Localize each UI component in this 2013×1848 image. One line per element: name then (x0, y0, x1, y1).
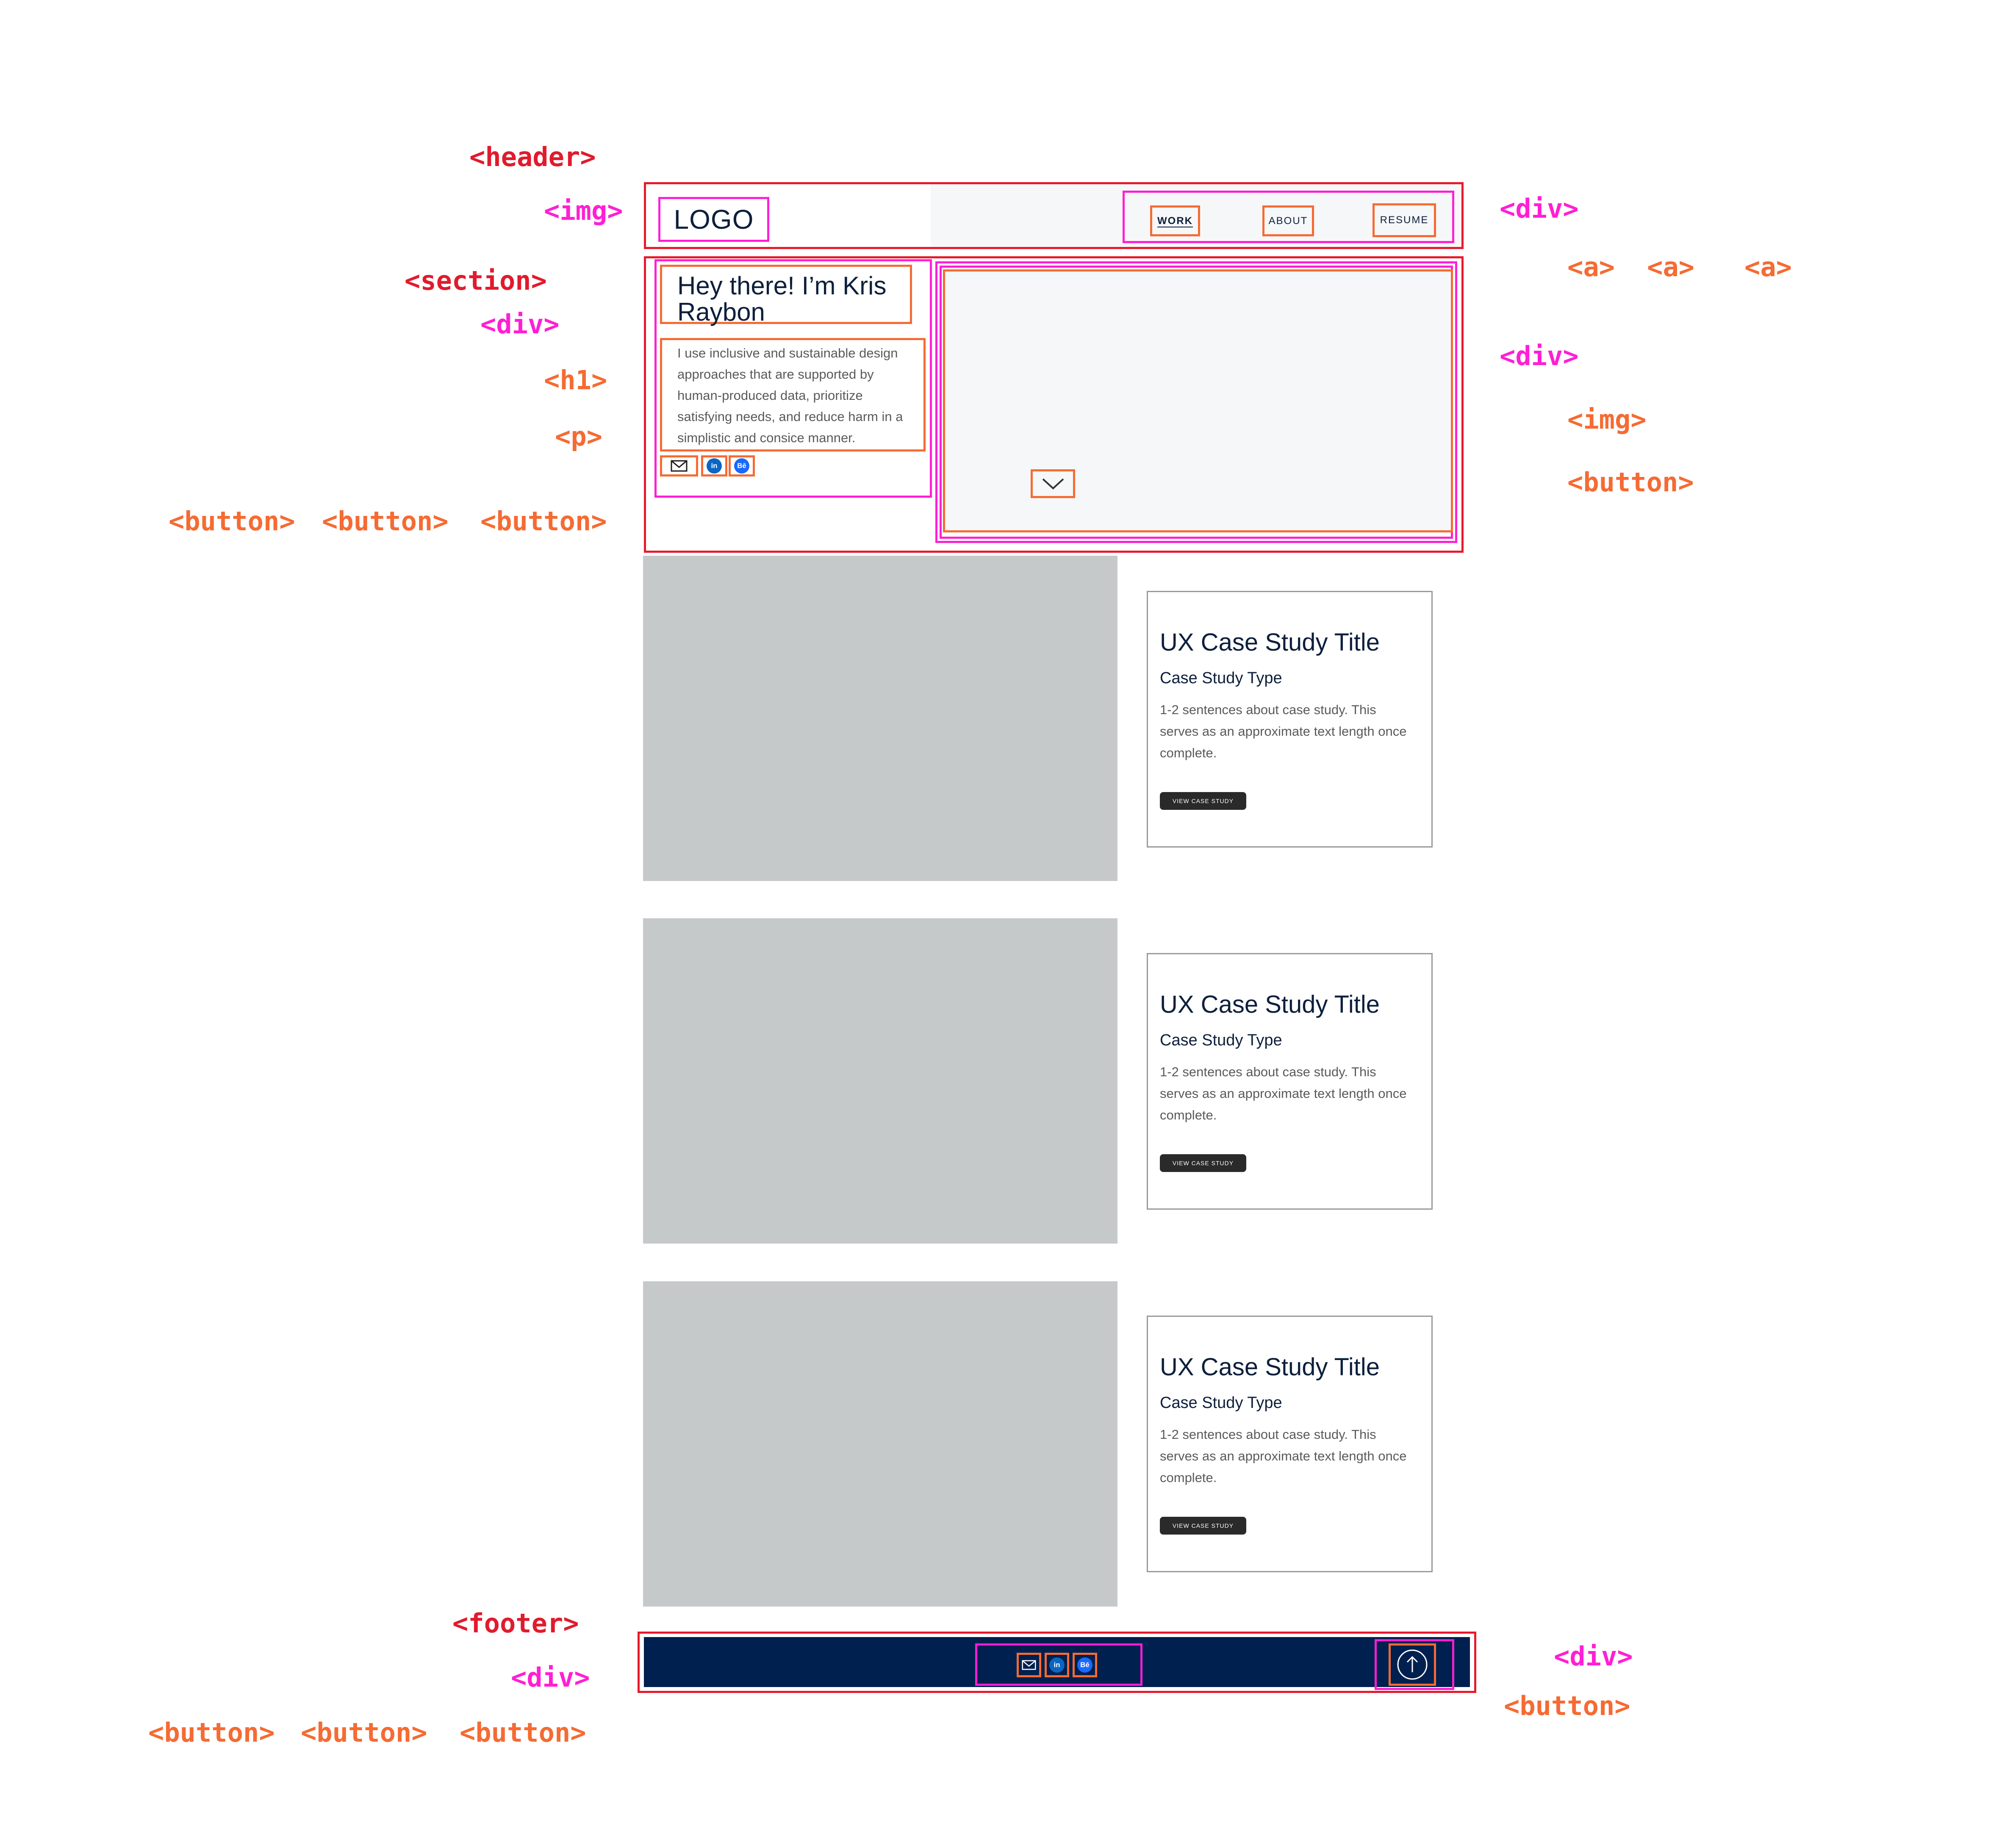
linkedin-icon: in (1049, 1657, 1065, 1673)
nav-work-link[interactable]: WORK (1150, 205, 1200, 236)
tag-hero-button-1: <button> (169, 506, 295, 537)
tag-top-div: <div> (1554, 1641, 1633, 1672)
case-type-2: Case Study Type (1160, 1031, 1282, 1049)
tag-section: <section> (405, 265, 547, 296)
case-type-3: Case Study Type (1160, 1394, 1282, 1412)
tag-h1: <h1> (544, 365, 607, 396)
tag-footer-div: <div> (511, 1662, 590, 1693)
tag-scroll-button: <button> (1567, 467, 1694, 498)
tag-footer: <footer> (452, 1608, 579, 1639)
case-desc-2: 1-2 sentences about case study. This ser… (1160, 1064, 1407, 1122)
footer-mail-button[interactable] (1017, 1653, 1041, 1677)
logo-text: LOGO (674, 204, 754, 235)
footer-linkedin-button[interactable]: in (1045, 1653, 1069, 1677)
tag-hero-button-2: <button> (322, 506, 449, 537)
view-case-study-button-3[interactable]: VIEW CASE STUDY (1160, 1517, 1246, 1535)
case-desc-1: 1-2 sentences about case study. This ser… (1160, 702, 1407, 760)
tag-nav-div: <div> (1500, 193, 1579, 224)
case-card-3: UX Case Study Title Case Study Type 1-2 … (1147, 1316, 1433, 1572)
behance-icon: Bē (734, 458, 749, 474)
tag-footer-button-3: <button> (460, 1717, 586, 1748)
tag-media-img: <img> (1567, 404, 1647, 435)
nav-resume-label: RESUME (1380, 214, 1429, 226)
case-card-2: UX Case Study Title Case Study Type 1-2 … (1147, 953, 1433, 1210)
nav-resume-link[interactable]: RESUME (1372, 203, 1436, 237)
tag-hero-div: <div> (480, 309, 560, 340)
tag-logo-img: <img> (544, 195, 623, 226)
hero-heading: Hey there! I’m Kris Raybon (660, 265, 912, 325)
case-desc-3: 1-2 sentences about case study. This ser… (1160, 1427, 1407, 1485)
case-title-2: UX Case Study Title (1160, 991, 1380, 1018)
tag-top-button: <button> (1504, 1690, 1630, 1721)
nav-about-label: ABOUT (1268, 215, 1308, 227)
tag-a-1: <a> (1567, 252, 1615, 283)
case-type-1: Case Study Type (1160, 669, 1282, 687)
tag-media-div: <div> (1500, 341, 1579, 371)
footer-behance-button[interactable]: Bē (1073, 1653, 1097, 1677)
nav-about-link[interactable]: ABOUT (1262, 205, 1314, 236)
chevron-down-icon (1042, 478, 1064, 490)
linkedin-icon: in (707, 458, 722, 474)
hero-behance-button[interactable]: Bē (729, 455, 755, 477)
tag-header: <header> (469, 141, 596, 172)
case-image-1 (643, 556, 1117, 881)
tag-footer-button-1: <button> (148, 1717, 275, 1748)
nav-work-label: WORK (1157, 215, 1193, 227)
logo-img[interactable]: LOGO (658, 197, 769, 242)
case-title-3: UX Case Study Title (1160, 1353, 1380, 1381)
hero-paragraph: I use inclusive and sustainable design a… (660, 338, 926, 452)
hero-mail-button[interactable] (660, 455, 698, 477)
view-case-study-button-1[interactable]: VIEW CASE STUDY (1160, 792, 1246, 810)
scroll-down-button[interactable] (1031, 469, 1075, 498)
tag-a-2: <a> (1647, 252, 1694, 283)
case-image-3 (643, 1281, 1117, 1607)
tag-footer-button-2: <button> (301, 1717, 427, 1748)
hero-media-img (943, 269, 1453, 532)
arrow-up-icon (1397, 1649, 1428, 1680)
case-title-1: UX Case Study Title (1160, 629, 1380, 656)
view-case-study-button-2[interactable]: VIEW CASE STUDY (1160, 1154, 1246, 1172)
mail-icon (671, 460, 688, 472)
tag-hero-button-3: <button> (480, 506, 607, 537)
mail-icon (1022, 1660, 1036, 1670)
case-image-2 (643, 918, 1117, 1244)
hero-linkedin-button[interactable]: in (701, 455, 727, 477)
behance-icon: Bē (1077, 1657, 1092, 1673)
back-to-top-button[interactable] (1389, 1643, 1436, 1686)
tag-p: <p> (555, 421, 602, 452)
case-card-1: UX Case Study Title Case Study Type 1-2 … (1147, 591, 1433, 848)
tag-a-3: <a> (1744, 252, 1792, 283)
